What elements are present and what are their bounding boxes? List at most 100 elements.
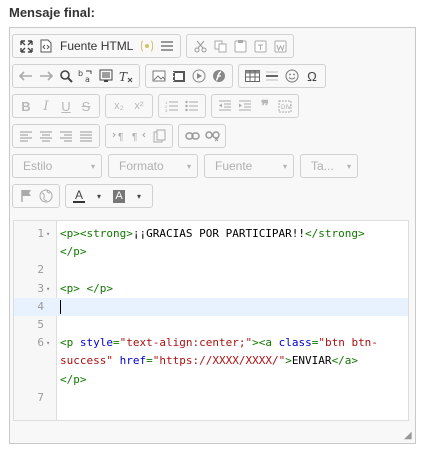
language-icon[interactable] <box>149 126 169 146</box>
remove-format-icon[interactable]: T <box>116 66 136 86</box>
unlink-icon[interactable] <box>202 126 222 146</box>
code-token: = <box>146 354 153 368</box>
code-line[interactable]: </p> <box>14 371 408 389</box>
special-char-icon[interactable]: Ω <box>302 66 322 86</box>
paste-icon[interactable] <box>230 36 250 56</box>
create-div-icon[interactable]: DIV <box>275 96 295 116</box>
paste-text-icon[interactable] <box>250 36 270 56</box>
chevron-down-icon: ▾ <box>186 161 191 171</box>
source-icon[interactable] <box>36 36 56 56</box>
text-color-button[interactable]: A <box>69 186 89 206</box>
code-text: </p> <box>60 371 87 389</box>
show-blocks-icon[interactable] <box>157 36 177 56</box>
code-token: style <box>79 336 113 350</box>
redo-icon[interactable] <box>36 66 56 86</box>
svg-text:a: a <box>85 75 90 83</box>
blockquote-icon[interactable]: ❞ <box>255 96 275 116</box>
line-number: 2 <box>37 263 44 277</box>
font-combo[interactable]: Fuente ▾ <box>204 154 294 178</box>
video-icon[interactable] <box>169 66 189 86</box>
code-line[interactable]: 5 <box>14 316 408 334</box>
strike-button[interactable]: S <box>76 96 96 116</box>
text-direction-ltr-icon[interactable]: ¶ <box>109 126 129 146</box>
format-combo[interactable]: Formato ▾ <box>108 154 198 178</box>
anchor-flag-icon[interactable] <box>16 186 36 206</box>
link-icon[interactable] <box>182 126 202 146</box>
bulleted-list-icon[interactable] <box>182 96 202 116</box>
align-left-icon[interactable] <box>16 126 36 146</box>
code-token: </a> <box>331 354 359 368</box>
source-html-button[interactable]: Fuente HTML <box>56 36 137 56</box>
text-direction-rtl-icon[interactable]: ¶ <box>129 126 149 146</box>
code-token: success" <box>60 354 113 368</box>
svg-text:T: T <box>119 70 128 83</box>
code-line[interactable]: 3 ▾ <p> </p> <box>14 280 408 298</box>
code-line[interactable]: success" href="https://XXXX/XXXX/">ENVIA… <box>14 352 408 370</box>
align-right-icon[interactable] <box>56 126 76 146</box>
toolbar-group-editing: ba T <box>12 64 140 88</box>
code-line[interactable]: 1 ▾ <p><strong>¡¡GRACIAS POR PARTICIPAR!!<… <box>14 225 408 243</box>
toolbar-group-scripts: x₂ x² <box>105 94 153 118</box>
flash-icon[interactable] <box>209 66 229 86</box>
code-text: <p style="text-align:center;"><a class="… <box>60 334 378 352</box>
code-token: </p> <box>86 281 114 295</box>
toolbar-group-insert <box>145 64 233 88</box>
toolbar-group-clipboard <box>186 34 295 58</box>
toolbar-group-document: Fuente HTML <box>12 34 182 58</box>
cut-icon[interactable] <box>190 36 210 56</box>
chevron-down-icon[interactable]: ▾ <box>89 186 109 206</box>
replace-icon[interactable]: ba <box>76 66 96 86</box>
svg-text:¶: ¶ <box>118 132 123 142</box>
find-icon[interactable] <box>56 66 76 86</box>
code-token: <p><strong> <box>60 227 133 240</box>
underline-button[interactable]: U <box>56 96 76 116</box>
line-number: 4 <box>37 299 44 313</box>
outdent-icon[interactable] <box>215 96 235 116</box>
media-play-icon[interactable] <box>189 66 209 86</box>
code-line[interactable]: 6 ▾ <p style="text-align:center;"><a class… <box>14 334 408 352</box>
svg-text:3: 3 <box>165 108 168 112</box>
style-combo[interactable]: Estilo ▾ <box>12 154 102 178</box>
size-combo[interactable]: Ta... ▾ <box>300 154 358 178</box>
font-combo-label: Fuente <box>215 159 253 173</box>
superscript-button[interactable]: x² <box>129 96 149 116</box>
copy-icon[interactable] <box>210 36 230 56</box>
table-icon[interactable] <box>242 66 262 86</box>
align-justify-icon[interactable] <box>76 126 96 146</box>
code-token: ENVIAR <box>291 354 332 368</box>
fold-toggle-icon[interactable]: ▾ <box>46 334 50 352</box>
style-combo-label: Estilo <box>23 159 53 173</box>
indent-icon[interactable] <box>235 96 255 116</box>
toolbar-group-direction: ¶ ¶ <box>105 124 173 148</box>
horizontal-line-icon[interactable] <box>262 66 282 86</box>
resize-handle[interactable]: ◢ <box>404 431 412 441</box>
code-line-active[interactable]: 4 <box>14 297 408 316</box>
paste-word-icon[interactable] <box>270 36 290 56</box>
italic-button[interactable]: I <box>36 96 56 116</box>
fold-toggle-icon[interactable]: ▾ <box>46 280 50 298</box>
line-number: 6 <box>37 336 44 350</box>
fold-toggle-icon[interactable]: ▾ <box>46 225 50 243</box>
chevron-down-icon[interactable]: ▾ <box>129 186 149 206</box>
image-icon[interactable] <box>149 66 169 86</box>
toolbar-group-paragraph: 123 <box>158 94 206 118</box>
code-token: </p> <box>60 372 87 386</box>
globe-icon[interactable] <box>36 186 56 206</box>
code-token: </strong> <box>305 227 365 240</box>
code-token: ><a <box>252 336 279 350</box>
bold-button[interactable]: B <box>16 96 36 116</box>
code-line[interactable]: 7 <box>14 389 408 407</box>
code-line[interactable]: </p> <box>14 243 408 261</box>
align-center-icon[interactable] <box>36 126 56 146</box>
smiley-icon[interactable] <box>282 66 302 86</box>
numbered-list-icon[interactable]: 123 <box>162 96 182 116</box>
code-line[interactable]: 2 <box>14 261 408 279</box>
maximize-icon[interactable] <box>16 36 36 56</box>
templates-icon[interactable] <box>137 36 157 56</box>
undo-icon[interactable] <box>16 66 36 86</box>
subscript-button[interactable]: x₂ <box>109 96 129 116</box>
select-all-icon[interactable] <box>96 66 116 86</box>
bg-color-icon: A <box>113 189 125 203</box>
bg-color-button[interactable]: A <box>109 186 129 206</box>
code-editor[interactable]: 1 ▾ <p><strong>¡¡GRACIAS POR PARTICIPAR!!<… <box>13 220 409 421</box>
